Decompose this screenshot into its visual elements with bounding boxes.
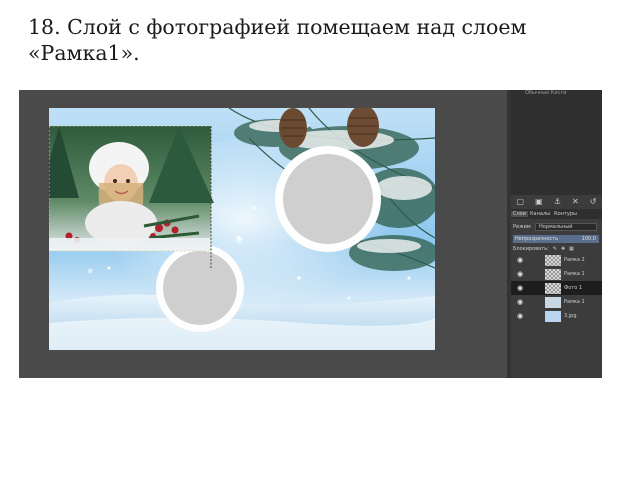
eye-icon[interactable]: ◉ — [511, 312, 529, 320]
layer-thumbnail — [545, 254, 561, 266]
tab-paths[interactable]: Контуры — [552, 211, 579, 217]
photo-layer — [49, 125, 214, 268]
image-canvas[interactable]: ❄ ❄ — [49, 108, 435, 350]
layer-name[interactable]: 3.jpg — [564, 313, 577, 319]
layer-thumbnail — [545, 282, 561, 294]
instruction-caption: 18. Слой с фотографией помещаем над слое… — [28, 15, 527, 65]
layer-group-icon[interactable]: ▣ — [535, 197, 543, 206]
layer-thumbnail — [545, 296, 561, 308]
gimp-window: ❄ ❄ Обычные Кисти ▢ ▣ ⚓ ✕ ↺ Слои Каналы … — [19, 90, 602, 378]
layer-row[interactable]: ◉ Рамка 1 — [511, 267, 602, 281]
brushes-panel: Обычные Кисти — [511, 90, 602, 195]
dock-tabs: Слои Каналы Контуры — [511, 209, 602, 219]
layer-name[interactable]: Рамка 1 — [564, 271, 585, 277]
round-frame-1 — [156, 244, 244, 332]
canvas-image: ❄ ❄ — [49, 108, 435, 350]
mode-row: Режим Нормальный — [513, 223, 599, 232]
undo-icon[interactable]: ↺ — [590, 197, 597, 206]
svg-text:❄: ❄ — [235, 236, 243, 247]
delete-icon[interactable]: ✕ — [572, 197, 579, 206]
anchor-icon[interactable]: ⚓ — [554, 197, 561, 206]
eye-icon[interactable]: ◉ — [511, 270, 529, 278]
eye-icon[interactable]: ◉ — [511, 284, 529, 292]
move-lock-icon[interactable]: ✥ — [561, 245, 565, 253]
layer-row-active[interactable]: ◉ Фото 1 — [511, 281, 602, 295]
new-layer-icon[interactable]: ▢ — [517, 197, 525, 206]
alpha-lock-icon[interactable]: ▦ — [569, 245, 574, 253]
lock-label: Блокировать: — [513, 246, 549, 252]
layer-name[interactable]: Рамка 2 — [564, 257, 585, 263]
mode-label: Режим — [513, 224, 531, 230]
layer-row[interactable]: ◉ 3.jpg — [511, 309, 602, 323]
layer-row[interactable]: ◉ Рамка 1 — [511, 295, 602, 309]
layers-list: ◉ Рамка 2 ◉ Рамка 1 ◉ Фото 1 ◉ Рамка 1 ◉ — [511, 253, 602, 323]
layer-thumbnail — [545, 268, 561, 280]
mode-select[interactable]: Нормальный — [535, 223, 597, 231]
image-workspace: ❄ ❄ — [19, 90, 507, 378]
tab-layers[interactable]: Слои — [511, 211, 528, 217]
dock-toolbar: ▢ ▣ ⚓ ✕ ↺ — [511, 196, 602, 207]
eye-icon[interactable]: ◉ — [511, 298, 529, 306]
layer-thumbnail — [545, 310, 561, 322]
eye-icon[interactable]: ◉ — [511, 256, 529, 264]
opacity-slider[interactable]: Непрозрачность 100.0 — [513, 235, 599, 243]
lock-row: Блокировать: ✎ ✥ ▦ — [513, 245, 599, 253]
layer-name[interactable]: Рамка 1 — [564, 299, 585, 305]
opacity-label: Непрозрачность — [515, 236, 559, 242]
svg-text:❄: ❄ — [87, 267, 94, 276]
round-frame-2 — [275, 146, 381, 252]
tab-channels[interactable]: Каналы — [528, 211, 552, 217]
pencil-lock-icon[interactable]: ✎ — [553, 245, 557, 253]
opacity-value[interactable]: 100.0 — [582, 235, 596, 243]
brushes-panel-title: Обычные Кисти — [525, 90, 567, 96]
layer-name[interactable]: Фото 1 — [564, 285, 582, 291]
layers-dock: Обычные Кисти ▢ ▣ ⚓ ✕ ↺ Слои Каналы Конт… — [511, 90, 602, 378]
layer-row[interactable]: ◉ Рамка 2 — [511, 253, 602, 267]
